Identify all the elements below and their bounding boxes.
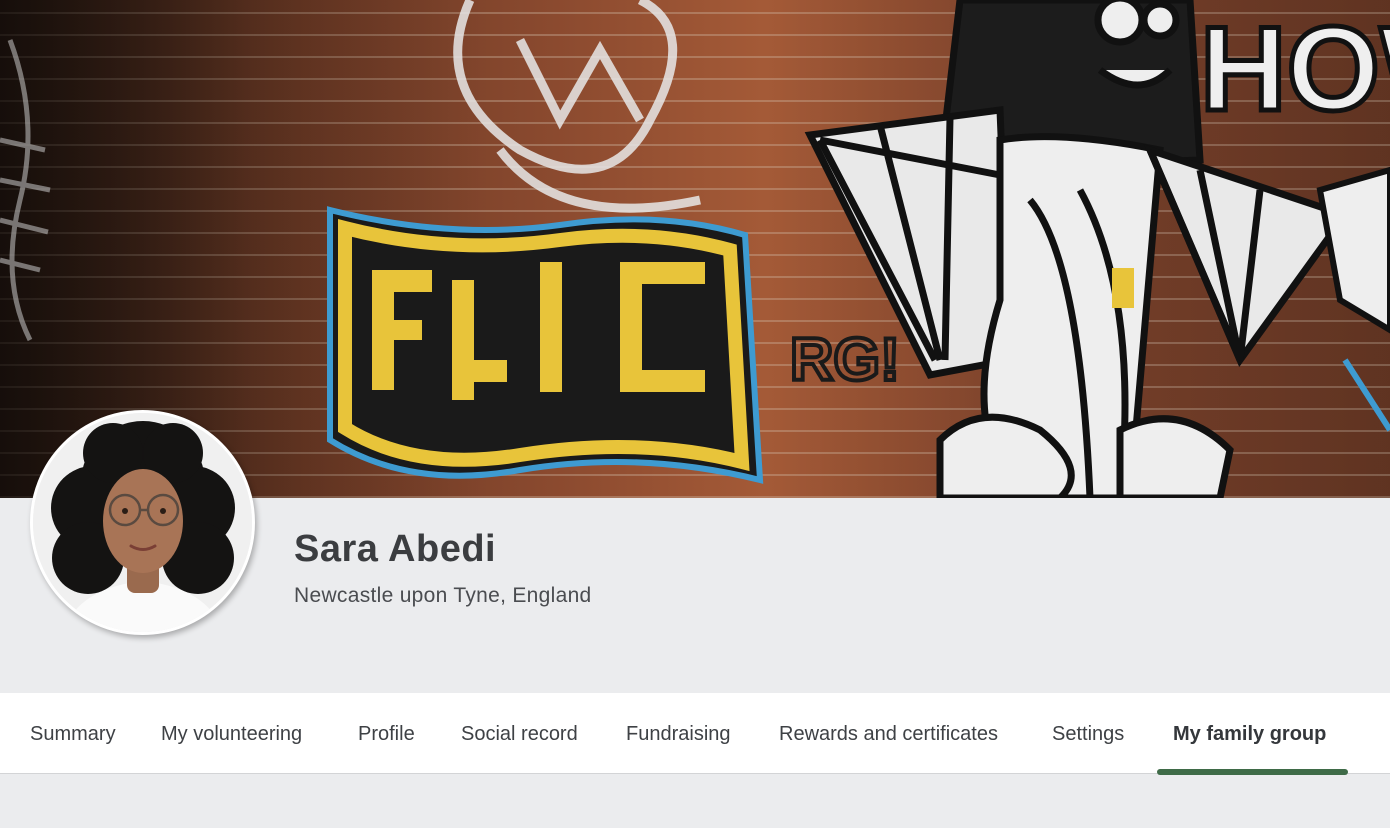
profile-location: Newcastle upon Tyne, England: [294, 584, 592, 607]
tab-profile[interactable]: Profile: [358, 693, 415, 773]
tab-rewards-and-certificates[interactable]: Rewards and certificates: [779, 693, 998, 773]
tab-settings[interactable]: Settings: [1052, 693, 1124, 773]
profile-tab-bar: Summary My volunteering Profile Social r…: [0, 693, 1390, 774]
profile-page: RG! HOW: [0, 0, 1390, 828]
profile-avatar[interactable]: [30, 410, 255, 635]
tab-fundraising[interactable]: Fundraising: [626, 693, 731, 773]
cover-image: RG! HOW: [0, 0, 1390, 498]
tab-my-family-group[interactable]: My family group: [1173, 693, 1326, 773]
svg-text:RG!: RG!: [790, 326, 900, 393]
tab-summary[interactable]: Summary: [30, 693, 116, 773]
active-tab-indicator: [1157, 769, 1348, 775]
cover-graffiti-text: HOW: [1200, 2, 1390, 136]
avatar-photo: [33, 413, 252, 632]
profile-name: Sara Abedi: [294, 528, 497, 570]
tab-my-volunteering[interactable]: My volunteering: [161, 693, 302, 773]
tab-social-record[interactable]: Social record: [461, 693, 578, 773]
